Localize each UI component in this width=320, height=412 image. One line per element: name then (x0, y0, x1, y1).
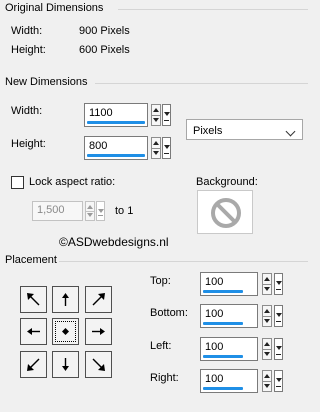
width-label: Width: (11, 105, 43, 117)
original-width-label: Width: (11, 25, 43, 37)
divider (59, 261, 308, 262)
ratio-input: 1,500 (32, 201, 83, 221)
anchor-right[interactable] (85, 318, 112, 345)
units-select[interactable]: Pixels (186, 119, 303, 140)
placement-title: Placement (5, 254, 57, 266)
divider (95, 83, 308, 84)
left-slider-bar[interactable] (203, 355, 243, 358)
height-input[interactable]: 800 (84, 136, 148, 160)
arrow-down-left-icon (27, 358, 40, 371)
top-dropdown-button[interactable] (274, 273, 283, 295)
arrow-left-icon (27, 328, 40, 335)
width-value: 1100 (89, 107, 113, 119)
right-slider-bar[interactable] (203, 387, 243, 390)
bottom-dropdown-button[interactable] (274, 305, 283, 327)
width-input[interactable]: 1100 (84, 103, 148, 127)
width-slider-bar[interactable] (87, 121, 145, 124)
arrow-down-right-icon (92, 358, 105, 371)
original-height-value: 600 Pixels (79, 44, 130, 56)
chevron-down-icon (285, 126, 296, 137)
left-label: Left: (150, 340, 172, 352)
center-dot-icon (62, 328, 69, 335)
anchor-bottom[interactable] (52, 351, 79, 378)
original-width-value: 900 Pixels (79, 25, 130, 37)
watermark-text: ©ASDwebdesigns.nl (59, 235, 169, 249)
height-label: Height: (11, 138, 46, 150)
width-dropdown-button[interactable] (162, 104, 171, 126)
background-swatch[interactable] (197, 190, 253, 234)
right-dropdown-button[interactable] (274, 370, 283, 392)
top-input[interactable]: 100 (200, 272, 258, 296)
right-spinner[interactable] (262, 370, 272, 392)
ratio-spinner (85, 201, 95, 221)
ratio-suffix: to 1 (115, 205, 134, 217)
left-dropdown-button[interactable] (274, 338, 283, 360)
arrow-up-icon (62, 293, 69, 306)
anchor-bottom-left[interactable] (20, 351, 47, 378)
height-value: 800 (89, 140, 108, 152)
ratio-value: 1,500 (37, 204, 65, 216)
original-height-label: Height: (11, 44, 46, 56)
anchor-top[interactable] (52, 286, 79, 313)
right-value: 100 (205, 373, 224, 385)
left-value: 100 (205, 341, 224, 353)
anchor-top-right[interactable] (85, 286, 112, 313)
arrow-down-icon (62, 358, 69, 371)
top-value: 100 (205, 276, 224, 288)
bottom-value: 100 (205, 308, 224, 320)
arrow-up-right-icon (92, 293, 105, 306)
width-spinner[interactable] (151, 104, 161, 126)
arrow-up-left-icon (27, 293, 40, 306)
top-label: Top: (150, 275, 171, 287)
ratio-dropdown-button (96, 201, 105, 221)
anchor-bottom-right[interactable] (85, 351, 112, 378)
height-spinner[interactable] (151, 137, 161, 159)
left-input[interactable]: 100 (200, 337, 258, 361)
bottom-input[interactable]: 100 (200, 304, 258, 328)
bottom-label: Bottom: (150, 307, 188, 319)
bottom-slider-bar[interactable] (203, 322, 243, 325)
anchor-left[interactable] (20, 318, 47, 345)
top-spinner[interactable] (262, 273, 272, 295)
anchor-top-left[interactable] (20, 286, 47, 313)
background-label: Background: (196, 176, 258, 188)
new-dimensions-title: New Dimensions (5, 76, 88, 88)
left-spinner[interactable] (262, 338, 272, 360)
bottom-spinner[interactable] (262, 305, 272, 327)
units-selected: Pixels (193, 125, 223, 137)
height-dropdown-button[interactable] (162, 137, 171, 159)
original-dimensions-title: Original Dimensions (5, 2, 104, 14)
top-slider-bar[interactable] (203, 290, 243, 293)
lock-aspect-label: Lock aspect ratio: (29, 176, 116, 188)
lock-aspect-checkbox[interactable] (11, 176, 24, 189)
height-slider-bar[interactable] (87, 154, 145, 157)
right-label: Right: (150, 372, 179, 384)
arrow-right-icon (92, 328, 105, 335)
right-input[interactable]: 100 (200, 369, 258, 393)
anchor-center[interactable] (52, 318, 79, 345)
no-background-icon (211, 198, 241, 228)
divider (118, 9, 308, 10)
